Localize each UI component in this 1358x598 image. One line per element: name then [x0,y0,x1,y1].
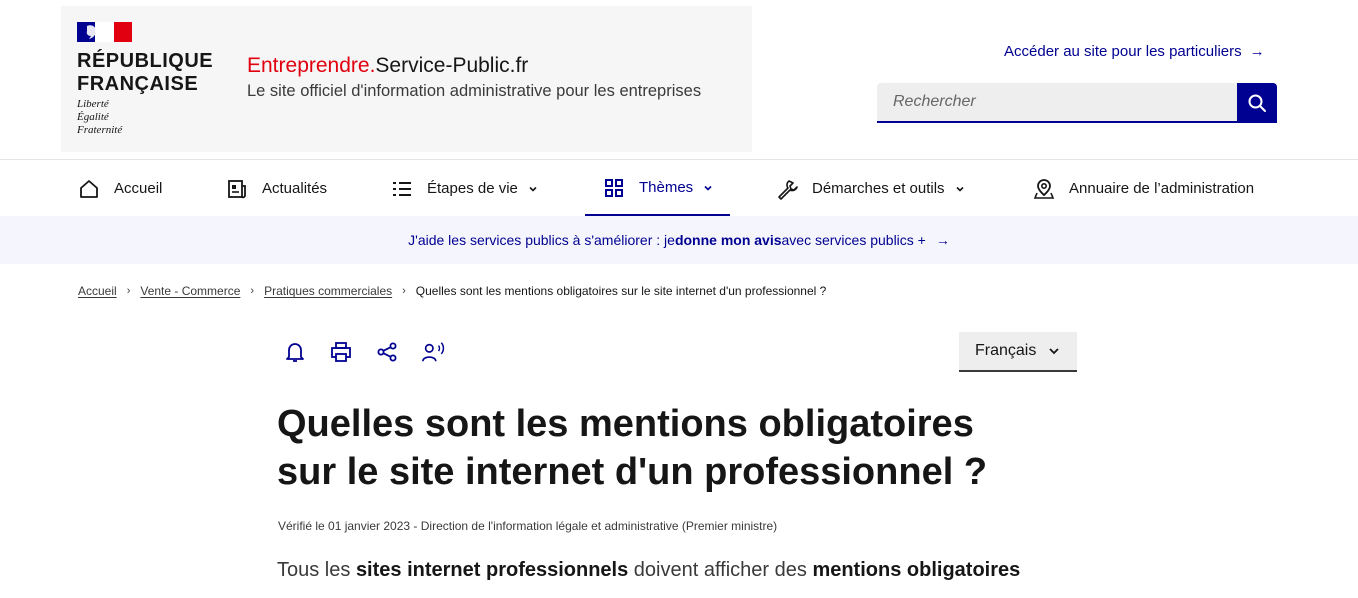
search-input[interactable] [877,83,1237,123]
nav-item-accueil[interactable]: Accueil [78,161,162,216]
main-navigation: Accueil Actualités Étapes de vie Thèmes … [0,161,1358,216]
print-button[interactable] [329,338,353,366]
page-tools [283,338,445,366]
chevron-down-icon [1049,348,1059,355]
search-bar [877,83,1277,123]
map-pin-icon [1033,178,1055,200]
marianne-icon [86,25,96,39]
arrow-right-icon: → [1249,43,1265,60]
devise: Liberté Égalité Fraternité [77,98,123,136]
nav-item-actualites[interactable]: Actualités [226,161,327,216]
grid-icon [603,177,625,199]
listen-icon [422,342,445,362]
language-selected: Français [975,342,1037,359]
nav-label: Démarches et outils [812,180,945,197]
chevron-right-icon: › [126,285,131,297]
page-title: Quelles sont les mentions obligatoires s… [277,400,1057,496]
republique-francaise-label: RÉPUBLIQUE FRANÇAISE [77,50,214,95]
nav-label: Accueil [114,180,163,197]
bell-icon [286,343,304,362]
nav-item-etapes-de-vie[interactable]: Étapes de vie [391,161,538,216]
home-icon [78,178,100,200]
banner-text-after: avec services publics + [781,232,926,248]
intro-paragraph: Tous les sites internet professionnels d… [277,559,1021,581]
breadcrumb-item-pratiques-commerciales[interactable]: Pratiques commerciales [264,284,392,298]
banner-text: J'aide les services publics à s'améliore… [408,232,675,248]
subscribe-button[interactable] [283,338,307,366]
breadcrumb: Accueil › Vente - Commerce › Pratiques c… [78,284,826,298]
feedback-banner[interactable]: J'aide les services publics à s'améliore… [0,216,1358,264]
language-select[interactable]: Français [959,332,1077,372]
nav-label: Actualités [262,180,328,197]
nav-item-demarches-et-outils[interactable]: Démarches et outils [776,161,965,216]
breadcrumb-current: Quelles sont les mentions obligatoires s… [415,284,827,298]
breadcrumb-item-accueil[interactable]: Accueil [78,284,117,298]
nav-label: Étapes de vie [427,180,518,197]
breadcrumb-item-vente-commerce[interactable]: Vente - Commerce [140,284,240,298]
share-icon [377,342,397,362]
particuliers-link[interactable]: Accéder au site pour les particuliers → [1004,43,1265,60]
share-button[interactable] [375,338,399,366]
page-title-line: sur le site internet d'un professionnel … [277,451,988,493]
listen-button[interactable] [421,338,445,366]
arrow-right-icon: → [935,232,950,248]
chevron-down-icon [704,185,712,191]
nav-label: Thèmes [639,179,694,196]
brand-block[interactable]: RÉPUBLIQUE FRANÇAISE Liberté Égalité Fra… [61,6,752,152]
chevron-down-icon [529,186,537,192]
newspaper-icon [226,178,248,200]
banner-bold-text: donne mon avis [674,232,782,248]
chevron-right-icon: › [250,285,255,297]
site-tagline: Le site officiel d'information administr… [247,82,702,100]
search-icon [1248,94,1266,112]
page-title-line: Quelles sont les mentions obligatoires [277,403,974,445]
print-icon [331,342,351,362]
chevron-right-icon: › [402,285,406,297]
site-name[interactable]: Entreprendre.Service-Public.fr [247,54,528,78]
chevron-down-icon [955,186,964,192]
verified-date: Vérifié le 01 janvier 2023 - Direction d… [278,519,778,533]
wrench-icon [776,178,798,200]
nav-item-annuaire[interactable]: Annuaire de l’administration [1033,161,1254,216]
nav-label: Annuaire de l’administration [1069,180,1255,197]
site-header: RÉPUBLIQUE FRANÇAISE Liberté Égalité Fra… [0,0,1358,160]
nav-item-themes[interactable]: Thèmes [585,161,730,216]
search-button[interactable] [1237,83,1277,123]
list-icon [391,178,413,200]
